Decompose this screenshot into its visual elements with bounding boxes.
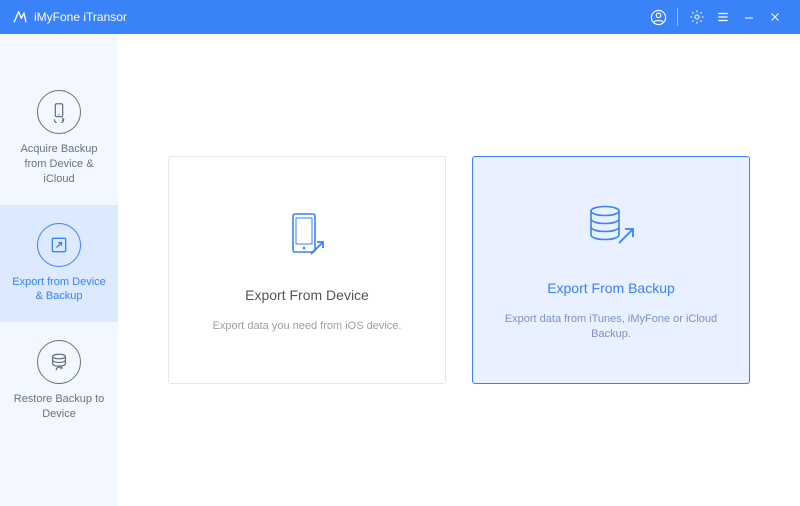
menu-icon [716,10,730,24]
card-export-device[interactable]: Export From Device Export data you need … [168,156,446,384]
database-restore-icon [37,340,81,384]
sidebar-item-acquire-backup[interactable]: Acquire Backup from Device & iCloud [0,72,118,205]
phone-refresh-icon [37,90,81,134]
sidebar: Acquire Backup from Device & iCloud Expo… [0,34,118,506]
content-area: Export From Device Export data you need … [118,34,800,506]
main-area: Acquire Backup from Device & iCloud Expo… [0,34,800,506]
settings-button[interactable] [684,4,710,30]
menu-button[interactable] [710,4,736,30]
sidebar-item-label: Restore Backup to Device [9,392,109,422]
sidebar-item-label: Export from Device & Backup [9,275,109,305]
minimize-button[interactable] [736,4,762,30]
card-export-backup[interactable]: Export From Backup Export data from iTun… [472,156,750,384]
sidebar-item-label: Acquire Backup from Device & iCloud [9,142,109,187]
card-desc: Export data you need from iOS device. [213,319,402,334]
database-export-icon [579,198,643,260]
logo-icon [12,9,28,25]
sidebar-item-export[interactable]: Export from Device & Backup [0,205,118,323]
titlebar-separator [677,8,678,26]
export-icon [37,223,81,267]
account-button[interactable] [645,4,671,30]
user-icon [650,9,667,26]
app-logo: iMyFone iTransor [12,9,127,25]
gear-icon [689,9,705,25]
minimize-icon [743,11,755,23]
app-title: iMyFone iTransor [34,10,127,24]
card-desc: Export data from iTunes, iMyFone or iClo… [491,312,731,343]
sidebar-item-restore-backup[interactable]: Restore Backup to Device [0,322,118,440]
card-title: Export From Backup [547,280,675,296]
phone-export-icon [277,205,337,267]
titlebar: iMyFone iTransor [0,0,800,34]
close-icon [769,11,781,23]
close-button[interactable] [762,4,788,30]
card-title: Export From Device [245,287,369,303]
